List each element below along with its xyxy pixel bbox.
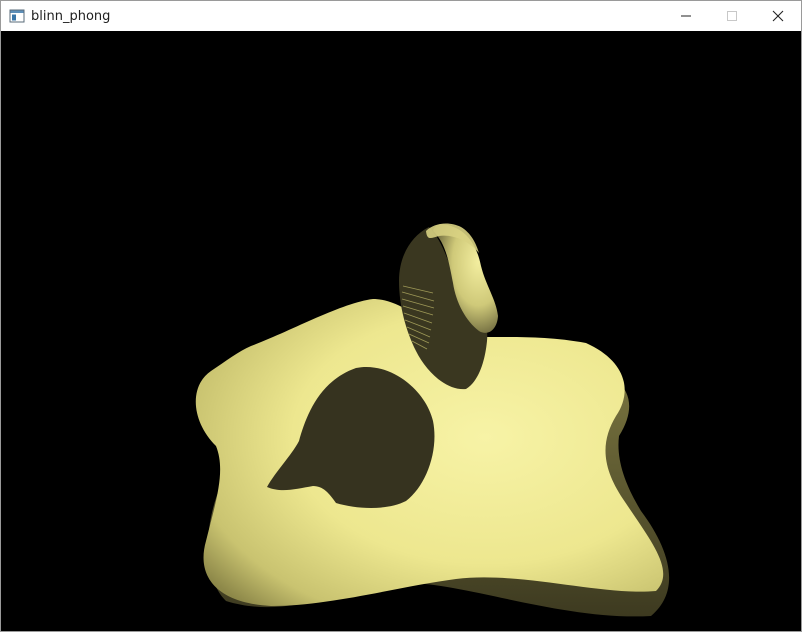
- app-window: blinn_phong: [0, 0, 802, 632]
- maximize-button[interactable]: [709, 1, 755, 31]
- render-viewport[interactable]: [1, 31, 801, 631]
- close-icon: [772, 10, 784, 22]
- close-button[interactable]: [755, 1, 801, 31]
- minimize-button[interactable]: [663, 1, 709, 31]
- scene-render: [195, 223, 670, 617]
- title-bar[interactable]: blinn_phong: [1, 1, 801, 31]
- minimize-icon: [681, 11, 691, 21]
- window-title: blinn_phong: [31, 8, 111, 24]
- window-controls: [663, 1, 801, 31]
- maximize-icon: [727, 11, 737, 21]
- app-window-icon: [9, 8, 25, 24]
